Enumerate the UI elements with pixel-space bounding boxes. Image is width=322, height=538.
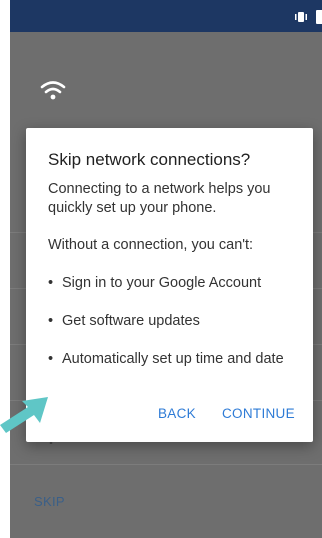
vibrate-icon xyxy=(295,12,307,22)
wifi-icon xyxy=(40,81,66,100)
list-item-text: Sign in to your Google Account xyxy=(62,275,262,291)
dialog-subheading: Without a connection, you can't: xyxy=(48,237,254,253)
continue-button[interactable]: CONTINUE xyxy=(222,406,295,421)
dialog-title: Skip network connections? xyxy=(48,150,251,169)
arrow-pointer-icon xyxy=(0,397,48,433)
battery-icon xyxy=(316,10,322,24)
list-item-text: Automatically set up time and date xyxy=(62,351,284,367)
skip-button[interactable]: SKIP xyxy=(34,494,65,509)
list-item-text: Get software updates xyxy=(62,313,200,329)
status-bar xyxy=(10,0,322,32)
dialog-message: Connecting to a network helps you quickl… xyxy=(48,181,271,216)
back-button[interactable]: BACK xyxy=(158,406,196,421)
skip-network-dialog: Skip network connections? Connecting to … xyxy=(26,128,313,442)
